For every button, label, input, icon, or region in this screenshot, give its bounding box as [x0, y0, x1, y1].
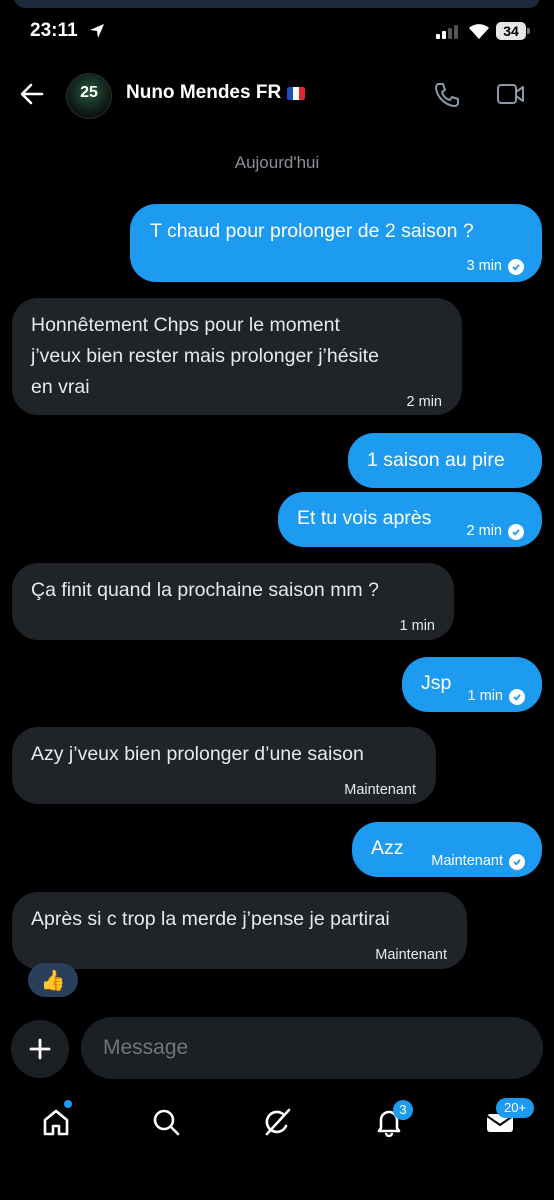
home-unread-dot: [64, 1100, 72, 1108]
read-check-icon: [509, 853, 525, 870]
message-text: Azy j’veux bien prolonger d’une saison: [31, 743, 364, 765]
message-meta: 2 min: [467, 516, 524, 547]
message-time: 3 min: [466, 258, 502, 274]
status-bar-pill: [14, 0, 540, 8]
message-text: Après si c trop la merde j’pense je part…: [31, 908, 390, 930]
back-arrow-icon[interactable]: [18, 80, 46, 108]
phone-icon[interactable]: [433, 81, 461, 109]
message-meta: 1 min: [468, 681, 525, 712]
message-time: Maintenant: [375, 947, 447, 963]
contact-name: Nuno Mendes FR: [126, 82, 282, 103]
message-bubble-sent[interactable]: Azz Maintenant: [352, 822, 542, 877]
video-call-icon[interactable]: [496, 82, 526, 106]
message-meta: Maintenant: [431, 846, 525, 877]
message-meta: Maintenant: [375, 940, 447, 971]
message-input[interactable]: [81, 1017, 543, 1079]
message-bubble-sent[interactable]: Et tu vois après 2 min: [278, 492, 542, 547]
plus-icon: [29, 1038, 51, 1060]
location-arrow-icon: [90, 24, 104, 38]
read-check-icon: [508, 523, 524, 540]
message-bubble-sent[interactable]: Jsp 1 min: [402, 657, 542, 712]
search-icon: [153, 1109, 180, 1136]
avatar-label: 25: [80, 84, 98, 101]
thumbs-up-reaction[interactable]: 👍: [28, 963, 78, 997]
message-time: Maintenant: [344, 782, 416, 798]
message-meta: 3 min: [467, 251, 524, 282]
battery-tip: [527, 28, 530, 34]
cell-signal-icon: [436, 25, 458, 39]
message-text-line: en vrai: [31, 376, 90, 398]
message-bubble-received[interactable]: Honnêtement Chps pour le moment j’veux b…: [12, 298, 462, 415]
tab-messages[interactable]: 20+: [480, 1098, 534, 1142]
message-text: T chaud pour prolonger de 2 saison ?: [150, 220, 474, 242]
message-text-line: Honnêtement Chps pour le moment: [31, 314, 340, 336]
read-check-icon: [508, 258, 524, 275]
message-time: Maintenant: [431, 853, 503, 869]
tab-home[interactable]: [36, 1100, 76, 1142]
wifi-icon: [469, 24, 489, 39]
battery-icon: 34: [496, 22, 526, 40]
message-bubble-received[interactable]: Après si c trop la merde j’pense je part…: [12, 892, 467, 969]
tab-notifications[interactable]: 3: [369, 1100, 413, 1142]
france-flag-icon: [287, 86, 306, 100]
message-time: 1 min: [399, 618, 435, 634]
message-text: Jsp: [421, 672, 452, 694]
message-bubble-sent[interactable]: T chaud pour prolonger de 2 saison ? 3 m…: [130, 204, 542, 282]
message-meta: 1 min: [400, 611, 435, 642]
notifications-badge: 3: [393, 1100, 413, 1120]
message-bubble-received[interactable]: Azy j’veux bien prolonger d’une saison M…: [12, 727, 436, 804]
message-text-line: j’veux bien rester mais prolonger j’hési…: [31, 345, 379, 367]
message-time: 2 min: [406, 394, 442, 410]
messages-badge: 20+: [496, 1098, 534, 1118]
add-attachment-button[interactable]: [11, 1020, 69, 1078]
message-meta: Maintenant: [344, 775, 416, 806]
status-time: 23:11: [30, 20, 78, 41]
avatar[interactable]: 25: [66, 73, 112, 119]
tab-search[interactable]: [146, 1102, 186, 1142]
home-icon: [43, 1109, 69, 1136]
tab-grok[interactable]: [257, 1102, 297, 1142]
message-bubble-received[interactable]: Ça finit quand la prochaine saison mm ? …: [12, 563, 454, 640]
grok-icon: [265, 1108, 291, 1136]
day-separator: Aujourd'hui: [234, 153, 320, 172]
message-time: 1 min: [467, 688, 503, 704]
message-text: Et tu vois après: [297, 507, 432, 529]
contact-name-row[interactable]: Nuno Mendes FR: [126, 82, 306, 104]
message-text: Ça finit quand la prochaine saison mm ?: [31, 579, 379, 601]
message-meta: 2 min: [407, 387, 442, 418]
read-check-icon: [509, 688, 525, 705]
message-text: Azz: [371, 837, 404, 859]
message-time: 2 min: [466, 523, 502, 539]
message-text: 1 saison au pire: [367, 449, 505, 471]
message-bubble-sent[interactable]: 1 saison au pire: [348, 433, 542, 488]
